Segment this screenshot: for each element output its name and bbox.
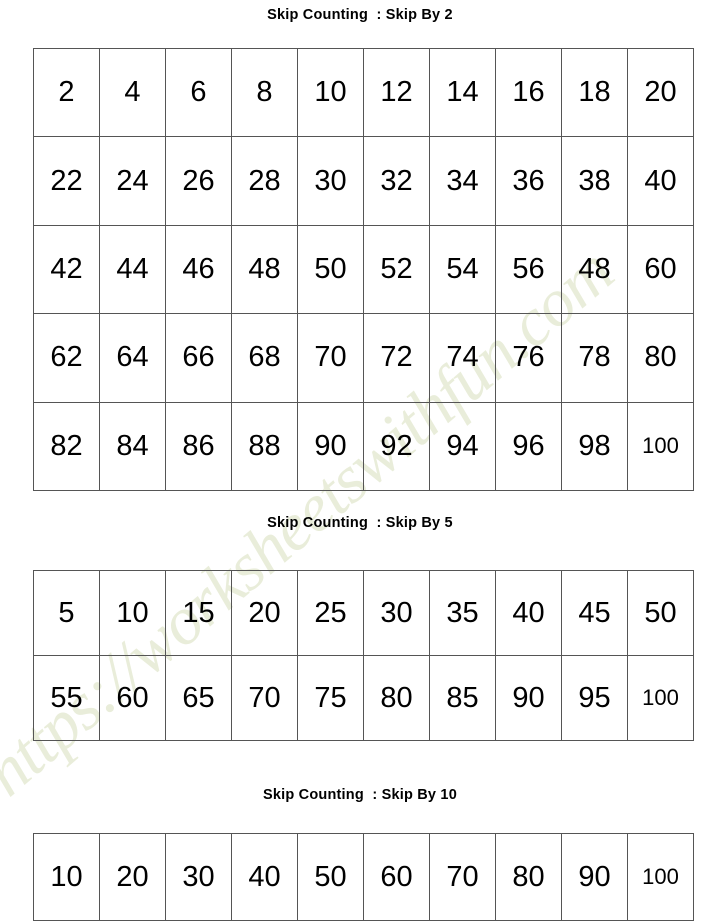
number-cell: 68: [231, 313, 298, 403]
number-cell: 14: [429, 47, 496, 138]
number-cell: 82: [33, 401, 100, 491]
number-cell: 42: [33, 224, 100, 315]
number-row: 5 10 15 20 25 30 35 40 45 50: [33, 570, 694, 656]
number-cell: 24: [99, 136, 166, 226]
number-cell: 100: [627, 401, 694, 491]
number-cell: 30: [297, 136, 364, 226]
number-grid-skip-5: 5 10 15 20 25 30 35 40 45 50 55 60 65 70 75 80 85 90 95 100: [33, 570, 694, 741]
number-cell: 54: [429, 224, 496, 315]
number-cell: 30: [363, 570, 430, 656]
number-cell: 15: [165, 570, 232, 656]
number-cell: 70: [297, 313, 364, 403]
number-cell: 66: [165, 313, 232, 403]
number-cell: 94: [429, 401, 496, 491]
number-cell: 88: [231, 401, 298, 491]
number-cell: 92: [363, 401, 430, 491]
number-cell: 65: [165, 655, 232, 741]
number-row: 22 24 26 28 30 32 34 36 38 40: [33, 136, 694, 226]
number-cell: 62: [33, 313, 100, 403]
number-cell: 38: [561, 136, 628, 226]
number-cell: 95: [561, 655, 628, 741]
number-cell: 70: [231, 655, 298, 741]
number-cell: 100: [627, 833, 694, 921]
number-cell: 12: [363, 47, 430, 138]
number-cell: 40: [495, 570, 562, 656]
number-cell: 8: [231, 47, 298, 138]
number-cell: 32: [363, 136, 430, 226]
section-title-skip-5: Skip Counting : Skip By 5: [267, 515, 453, 531]
number-cell: 55: [33, 655, 100, 741]
number-cell: 84: [99, 401, 166, 491]
number-cell: 2: [33, 47, 100, 138]
number-cell: 90: [495, 655, 562, 741]
number-cell: 56: [495, 224, 562, 315]
number-cell: 72: [363, 313, 430, 403]
number-cell: 45: [561, 570, 628, 656]
number-cell: 4: [99, 47, 166, 138]
number-grid-skip-2: 2 4 6 8 10 12 14 16 18 20 22 24 26 28 30 32 34 36 38 40 42 44…: [33, 47, 694, 491]
number-cell: 80: [363, 655, 430, 741]
number-cell: 26: [165, 136, 232, 226]
number-grid-skip-2-body: 2 4 6 8 10 12 14 16 18 20 22 24 26 28 30 32 34 36 38 40 42 44…: [33, 47, 694, 491]
number-cell: 25: [297, 570, 364, 656]
number-cell: 60: [99, 655, 166, 741]
number-cell: 90: [561, 833, 628, 921]
number-cell: 48: [231, 224, 298, 315]
number-cell: 90: [297, 401, 364, 491]
number-cell: 30: [165, 833, 232, 921]
number-cell: 34: [429, 136, 496, 226]
number-row: 55 60 65 70 75 80 85 90 95 100: [33, 655, 694, 741]
number-cell: 16: [495, 47, 562, 138]
number-row: 82 84 86 88 90 92 94 96 98 100: [33, 401, 694, 491]
number-row: 42 44 46 48 50 52 54 56 48 60: [33, 224, 694, 315]
number-cell: 98: [561, 401, 628, 491]
number-cell: 60: [627, 224, 694, 315]
number-cell: 40: [231, 833, 298, 921]
number-cell: 10: [297, 47, 364, 138]
number-cell: 70: [429, 833, 496, 921]
number-cell: 96: [495, 401, 562, 491]
number-cell: 35: [429, 570, 496, 656]
number-cell: 64: [99, 313, 166, 403]
number-cell: 52: [363, 224, 430, 315]
number-cell: 76: [495, 313, 562, 403]
number-cell: 78: [561, 313, 628, 403]
number-cell: 44: [99, 224, 166, 315]
number-grid-skip-5-body: 5 10 15 20 25 30 35 40 45 50 55 60 65 70 75 80 85 90 95 100: [33, 570, 694, 741]
section-title-skip-10: Skip Counting : Skip By 10: [263, 787, 457, 803]
number-cell: 74: [429, 313, 496, 403]
number-cell: 50: [627, 570, 694, 656]
number-cell: 18: [561, 47, 628, 138]
number-cell: 48: [561, 224, 628, 315]
number-row: 62 64 66 68 70 72 74 76 78 80: [33, 313, 694, 403]
number-cell: 75: [297, 655, 364, 741]
number-row: 10 20 30 40 50 60 70 80 90 100: [33, 833, 694, 921]
number-cell: 20: [99, 833, 166, 921]
worksheet-page: Skip Counting : Skip By 2 2 4 6 8 10 12 14 16 18…: [0, 0, 720, 921]
number-cell: 50: [297, 224, 364, 315]
section-title-skip-2: Skip Counting : Skip By 2: [267, 7, 453, 23]
number-grid-skip-10: 10 20 30 40 50 60 70 80 90 100: [33, 833, 694, 921]
number-cell: 100: [627, 655, 694, 741]
number-cell: 86: [165, 401, 232, 491]
number-cell: 10: [99, 570, 166, 656]
number-cell: 60: [363, 833, 430, 921]
number-cell: 5: [33, 570, 100, 656]
number-cell: 6: [165, 47, 232, 138]
number-cell: 36: [495, 136, 562, 226]
number-cell: 40: [627, 136, 694, 226]
number-cell: 10: [33, 833, 100, 921]
number-cell: 20: [231, 570, 298, 656]
number-cell: 50: [297, 833, 364, 921]
number-grid-skip-10-body: 10 20 30 40 50 60 70 80 90 100: [33, 833, 694, 921]
number-cell: 20: [627, 47, 694, 138]
number-cell: 80: [495, 833, 562, 921]
number-cell: 22: [33, 136, 100, 226]
number-cell: 85: [429, 655, 496, 741]
number-cell: 28: [231, 136, 298, 226]
number-row: 2 4 6 8 10 12 14 16 18 20: [33, 47, 694, 138]
number-cell: 80: [627, 313, 694, 403]
number-cell: 46: [165, 224, 232, 315]
